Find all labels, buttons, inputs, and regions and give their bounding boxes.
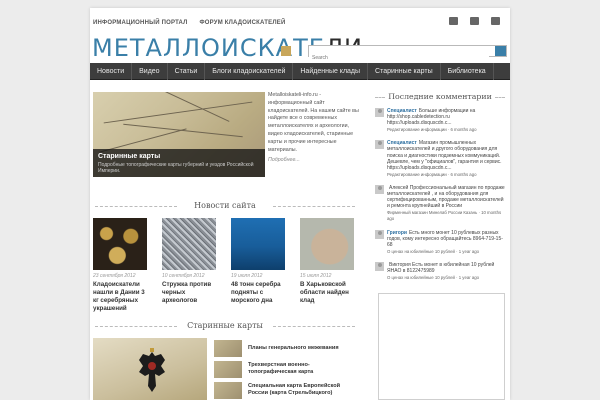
news-card[interactable]: 15 июля 2012 В Харьковской области найде… — [300, 218, 354, 313]
thumb-hand-coins[interactable] — [300, 218, 354, 270]
logo-badge-icon — [281, 46, 291, 56]
news-title[interactable]: Кладоискатели нашли в Дании 3 кг серебря… — [93, 281, 147, 313]
map-thumb[interactable] — [214, 381, 242, 399]
comment-meta[interactable]: Редактирование информации · 6 months ago — [387, 127, 505, 133]
avatar[interactable] — [375, 261, 384, 271]
map-item[interactable]: Специальная карта Европейской России (ка… — [214, 380, 355, 400]
search-box — [308, 45, 507, 63]
comment-author[interactable]: Григори — [387, 230, 407, 236]
avatar[interactable] — [375, 108, 384, 117]
avatar[interactable] — [375, 184, 384, 194]
rss-icon[interactable] — [449, 17, 458, 25]
nav-library[interactable]: Библиотека — [441, 63, 494, 80]
maps-feature-image[interactable] — [93, 338, 207, 400]
news-date: 19 июля 2012 — [231, 273, 263, 279]
map-item-label[interactable]: Специальная карта Европейской России (ка… — [248, 383, 355, 397]
map-thumb[interactable] — [214, 360, 242, 378]
news-card[interactable]: 19 июля 2012 48 тонн серебра подняты с м… — [231, 218, 285, 313]
nav-old-maps[interactable]: Старинные карты — [368, 63, 441, 80]
news-list: 23 сентября 2012 Кладоискатели нашли в Д… — [93, 218, 355, 313]
about-more-link[interactable]: Подробнее... — [268, 157, 360, 165]
news-section-title: Новости сайта — [95, 201, 355, 210]
mail-icon[interactable] — [470, 17, 479, 25]
main-nav: Новости Видео Статьи Блоги кладоискателе… — [90, 63, 510, 80]
toplink-portal[interactable]: ИНФОРМАЦИОННЫЙ ПОРТАЛ — [93, 20, 188, 26]
maps-section-title: Старинные карты — [95, 321, 355, 330]
featured-title[interactable]: Старинные карты — [98, 153, 260, 160]
maps-list: Планы генерального межевания Трехверстна… — [214, 338, 355, 400]
nav-news[interactable]: Новости — [90, 63, 133, 80]
map-item[interactable]: Планы генерального межевания — [214, 338, 355, 358]
comment-item: Алексей Профессиональный магазин по прод… — [375, 184, 505, 223]
page: ИНФОРМАЦИОННЫЙ ПОРТАЛ ФОРУМ КЛАДОИСКАТЕЛ… — [90, 8, 510, 400]
map-thumb[interactable] — [214, 339, 242, 357]
featured-caption: Старинные карты Подробные топографически… — [93, 149, 265, 177]
avatar[interactable] — [375, 140, 384, 150]
nav-treasures[interactable]: Найденные клады — [293, 63, 369, 80]
thumb-underwater[interactable] — [231, 218, 285, 270]
search-input[interactable] — [309, 53, 489, 63]
comment-item: Специалист Больше информации на http://sh… — [375, 108, 505, 133]
nav-articles[interactable]: Статьи — [168, 63, 206, 80]
news-title[interactable]: 48 тонн серебра подняты с морского дна — [231, 281, 285, 305]
comment-text: Виктория Есть монет в юбилейная 10 рубле… — [387, 261, 495, 274]
nav-blogs[interactable]: Блоги кладоискателей — [205, 63, 294, 80]
comment-meta[interactable]: Редактирование информации · 6 months ago — [387, 172, 505, 178]
nav-video[interactable]: Видео — [132, 63, 168, 80]
about-text: Metalloiskateli-info.ru - информационный… — [268, 92, 359, 153]
news-card[interactable]: 23 сентября 2012 Кладоискатели нашли в Д… — [93, 218, 147, 313]
thumb-shavings[interactable] — [162, 218, 216, 270]
about-block: Metalloiskateli-info.ru - информационный… — [268, 92, 360, 165]
comment-item: Григори Есть много монет 10 рублевых разн… — [375, 229, 505, 255]
avatar[interactable] — [375, 229, 384, 239]
news-date: 15 июля 2012 — [300, 273, 332, 279]
news-date: 10 сентября 2012 — [162, 273, 205, 279]
top-links: ИНФОРМАЦИОННЫЙ ПОРТАЛ ФОРУМ КЛАДОИСКАТЕЛ… — [93, 20, 295, 26]
news-date: 23 сентября 2012 — [93, 273, 136, 279]
comment-item: Специалист Магазин промышленных металлоис… — [375, 140, 505, 178]
sidebar: Последние комментарии Специалист Больше и… — [375, 92, 505, 288]
comment-item: Виктория Есть монет в юбилейная 10 рубле… — [375, 261, 505, 281]
comment-meta[interactable]: О ценах на юбилейные 10 рублей · 1 year … — [387, 275, 505, 281]
comment-author[interactable]: Специалист — [387, 108, 417, 114]
top-icons — [449, 17, 500, 25]
eagle-emblem-icon — [139, 348, 165, 392]
featured-description: Подробные топографические карты губерний… — [98, 162, 254, 174]
search-button[interactable] — [495, 46, 506, 56]
maps-block: Планы генерального межевания Трехверстна… — [93, 338, 355, 400]
sidebar-title: Последние комментарии — [375, 92, 505, 101]
thumb-jewelry[interactable] — [93, 218, 147, 270]
comment-meta[interactable]: Фирменный магазин Минелаб России Казань … — [387, 210, 505, 222]
user-icon[interactable] — [491, 17, 500, 25]
featured-slider[interactable]: Старинные карты Подробные топографически… — [93, 92, 265, 177]
sidebar-ad-box[interactable] — [378, 293, 505, 400]
news-title[interactable]: В Харьковской области найден клад — [300, 281, 354, 305]
news-title[interactable]: Стружка против черных археологов — [162, 281, 216, 305]
comment-text: Алексей Профессиональный магазин по прод… — [387, 184, 505, 210]
map-item-label[interactable]: Трехверстная военно-топографическая карт… — [248, 362, 355, 376]
toplink-forum[interactable]: ФОРУМ КЛАДОИСКАТЕЛЕЙ — [199, 20, 285, 26]
map-item[interactable]: Трехверстная военно-топографическая карт… — [214, 359, 355, 379]
map-item-label[interactable]: Планы генерального межевания — [248, 345, 339, 352]
news-card[interactable]: 10 сентября 2012 Стружка против черных а… — [162, 218, 216, 313]
comment-meta[interactable]: О ценах на юбилейные 10 рублей · 1 year … — [387, 249, 505, 255]
